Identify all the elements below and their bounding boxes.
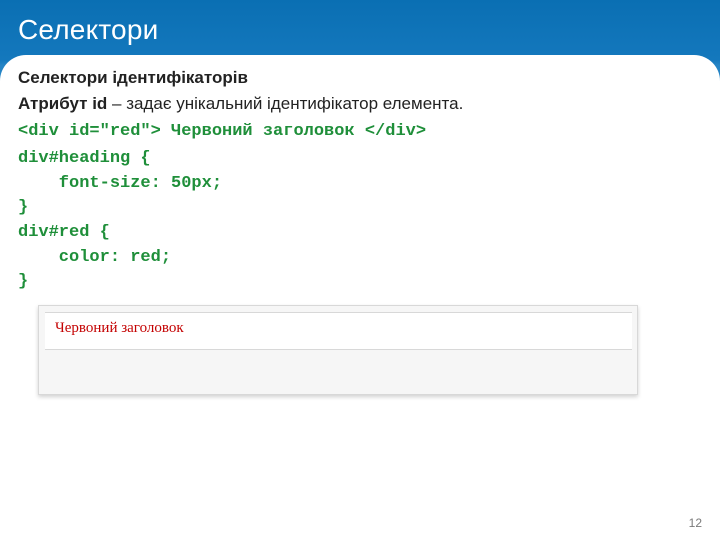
desc-prefix: Атрибут [18,94,92,113]
example-inner: Червоний заголовок [45,312,632,350]
slide: Селектори Селектори ідентифікаторів Атри… [0,0,720,540]
page-number: 12 [689,516,702,530]
section-subtitle: Селектори ідентифікаторів [18,68,702,88]
desc-attr: id [92,94,107,113]
example-screenshot: Червоний заголовок [38,305,638,395]
description-line: Атрибут id – задає унікальний ідентифіка… [18,94,702,114]
slide-content: Селектори ідентифікаторів Атрибут id – з… [18,68,702,395]
code-css-block: div#heading { font-size: 50px; } div#red… [18,147,702,295]
code-html-line: <div id="red"> Червоний заголовок </div> [18,122,702,141]
example-text: Червоний заголовок [55,320,184,336]
desc-suffix: – задає унікальний ідентифікатор елемент… [107,94,463,113]
slide-title: Селектори [18,14,158,46]
